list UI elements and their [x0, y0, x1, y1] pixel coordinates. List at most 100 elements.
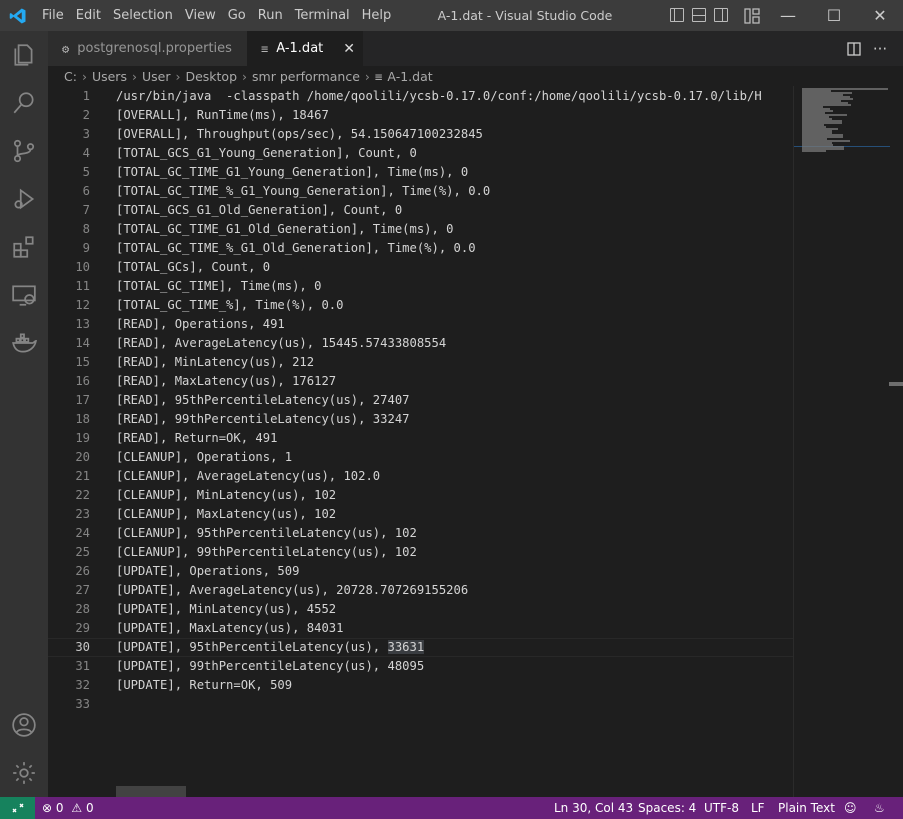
indentation-setting[interactable]: Spaces: 4 — [638, 797, 696, 819]
menu-help[interactable]: Help — [356, 8, 398, 23]
line-number: 18 — [75, 412, 90, 426]
tab-a1-dat[interactable]: ≡ A-1.dat ✕ — [247, 31, 363, 66]
account-icon[interactable] — [0, 701, 48, 749]
breadcrumb-item[interactable]: smr performance — [252, 69, 360, 84]
breadcrumb-item[interactable]: User — [142, 69, 171, 84]
breadcrumb-item[interactable]: A-1.dat — [387, 69, 432, 84]
tab-label: A-1.dat — [276, 41, 324, 56]
line-number: 22 — [75, 488, 90, 502]
menu-file[interactable]: File — [36, 8, 70, 23]
code-line: 28 [UPDATE], MinLatency(us), 4552 — [48, 600, 793, 619]
remote-explorer-icon[interactable] — [0, 271, 48, 319]
problems-indicator[interactable]: ⊗ 0 ⚠ 0 — [42, 797, 94, 819]
language-mode[interactable]: Plain Text — [778, 797, 835, 819]
line-number: 4 — [82, 146, 90, 160]
toggle-panel-icon[interactable] — [692, 8, 706, 22]
line-text: [READ], Return=OK, 491 — [116, 431, 278, 445]
source-control-icon[interactable] — [0, 127, 48, 175]
code-line: 2 [OVERALL], RunTime(ms), 18467 — [48, 106, 793, 125]
line-text: [READ], 99thPercentileLatency(us), 33247 — [116, 412, 410, 426]
line-text: [UPDATE], MaxLatency(us), 84031 — [116, 621, 344, 635]
encoding-setting[interactable]: UTF-8 — [704, 797, 739, 819]
run-debug-icon[interactable] — [0, 175, 48, 223]
toggle-secondary-sidebar-icon[interactable] — [714, 8, 728, 22]
code-line: 19 [READ], Return=OK, 491 — [48, 429, 793, 448]
line-text: [TOTAL_GC_TIME_%_G1_Old_Generation], Tim… — [116, 241, 476, 255]
code-line: 6 [TOTAL_GC_TIME_%_G1_Young_Generation], … — [48, 182, 793, 201]
code-line: 11 [TOTAL_GC_TIME], Time(ms), 0 — [48, 277, 793, 296]
more-actions-icon[interactable]: ··· — [868, 31, 892, 66]
notifications-bell-icon[interactable]: ♨ — [874, 797, 885, 819]
line-text: [TOTAL_GCS_G1_Young_Generation], Count, … — [116, 146, 417, 160]
line-number: 20 — [75, 450, 90, 464]
line-number: 2 — [82, 108, 90, 122]
eol-setting[interactable]: LF — [751, 797, 765, 819]
close-window-button[interactable]: ✕ — [857, 0, 903, 31]
breadcrumb-item[interactable]: C: — [64, 69, 77, 84]
line-text: [READ], Operations, 491 — [116, 317, 285, 331]
line-number: 32 — [75, 678, 90, 692]
close-tab-icon[interactable]: ✕ — [343, 41, 355, 57]
remote-indicator-icon[interactable] — [0, 797, 35, 819]
line-text: [READ], MaxLatency(us), 176127 — [116, 374, 337, 388]
horizontal-scrollbar[interactable] — [116, 786, 186, 797]
tab-label: postgrenosql.properties — [77, 41, 232, 56]
split-editor-icon[interactable] — [842, 31, 866, 66]
minimize-button[interactable]: — — [765, 0, 811, 31]
chevron-right-icon: › — [131, 68, 137, 84]
vscode-logo-icon — [0, 0, 36, 31]
menu-selection[interactable]: Selection — [107, 8, 179, 23]
line-text: [OVERALL], Throughput(ops/sec), 54.15064… — [116, 127, 483, 141]
line-number: 15 — [75, 355, 90, 369]
code-line: 25 [CLEANUP], 99thPercentileLatency(us), … — [48, 543, 793, 562]
line-text: [TOTAL_GC_TIME_G1_Old_Generation], Time(… — [116, 222, 454, 236]
line-number: 8 — [82, 222, 90, 236]
vertical-scrollbar[interactable] — [889, 382, 903, 386]
menu-edit[interactable]: Edit — [70, 8, 107, 23]
line-text: [CLEANUP], MaxLatency(us), 102 — [116, 507, 337, 521]
editor-tabs: ⚙ postgrenosql.properties ≡ A-1.dat ✕ ··… — [48, 31, 903, 66]
chevron-right-icon: › — [81, 68, 87, 84]
feedback-icon[interactable]: ☺ — [844, 797, 857, 819]
line-text: [TOTAL_GC_TIME_G1_Young_Generation], Tim… — [116, 165, 469, 179]
status-bar: ⊗ 0 ⚠ 0 Ln 30, Col 43 Spaces: 4 UTF-8 LF… — [0, 797, 903, 819]
editor-text-area[interactable]: 1/usr/bin/java -classpath /home/qoolili/… — [48, 86, 793, 797]
line-number: 31 — [75, 659, 90, 673]
breadcrumb-item[interactable]: Desktop — [185, 69, 237, 84]
menu-go[interactable]: Go — [222, 8, 252, 23]
title-bar: File Edit Selection View Go Run Terminal… — [0, 0, 903, 31]
chevron-right-icon: › — [364, 68, 370, 84]
line-number: 3 — [82, 127, 90, 141]
customize-layout-icon[interactable] — [744, 8, 760, 28]
maximize-button[interactable]: ☐ — [811, 0, 857, 31]
code-line: 22 [CLEANUP], MinLatency(us), 102 — [48, 486, 793, 505]
line-text: [UPDATE], AverageLatency(us), 20728.7072… — [116, 583, 469, 597]
cursor-position[interactable]: Ln 30, Col 43 — [554, 797, 633, 819]
settings-gear-icon[interactable] — [0, 749, 48, 797]
warning-icon: ⚠ — [71, 801, 83, 815]
code-line: 13 [READ], Operations, 491 — [48, 315, 793, 334]
tab-postgrenosql-properties[interactable]: ⚙ postgrenosql.properties — [48, 31, 247, 66]
line-number: 28 — [75, 602, 90, 616]
explorer-icon[interactable] — [0, 31, 48, 79]
line-text: [CLEANUP], MinLatency(us), 102 — [116, 488, 337, 502]
menu-run[interactable]: Run — [252, 8, 289, 23]
menu-terminal[interactable]: Terminal — [289, 8, 356, 23]
settings-file-icon: ⚙ — [62, 41, 70, 56]
chevron-right-icon: › — [175, 68, 181, 84]
menu-view[interactable]: View — [179, 8, 222, 23]
code-line: 4 [TOTAL_GCS_G1_Young_Generation], Count,… — [48, 144, 793, 163]
window-title: A-1.dat - Visual Studio Code — [437, 8, 613, 23]
line-text: [READ], AverageLatency(us), 15445.574338… — [116, 336, 447, 350]
minimap[interactable] — [793, 86, 903, 797]
extensions-icon[interactable] — [0, 223, 48, 271]
code-line: 3 [OVERALL], Throughput(ops/sec), 54.1506… — [48, 125, 793, 144]
toggle-sidebar-icon[interactable] — [670, 8, 684, 22]
line-number: 26 — [75, 564, 90, 578]
search-icon[interactable] — [0, 79, 48, 127]
breadcrumb-item[interactable]: Users — [92, 69, 127, 84]
line-number: 6 — [82, 184, 90, 198]
line-number: 21 — [75, 469, 90, 483]
warning-count: 0 — [85, 801, 94, 815]
docker-icon[interactable] — [0, 319, 48, 367]
